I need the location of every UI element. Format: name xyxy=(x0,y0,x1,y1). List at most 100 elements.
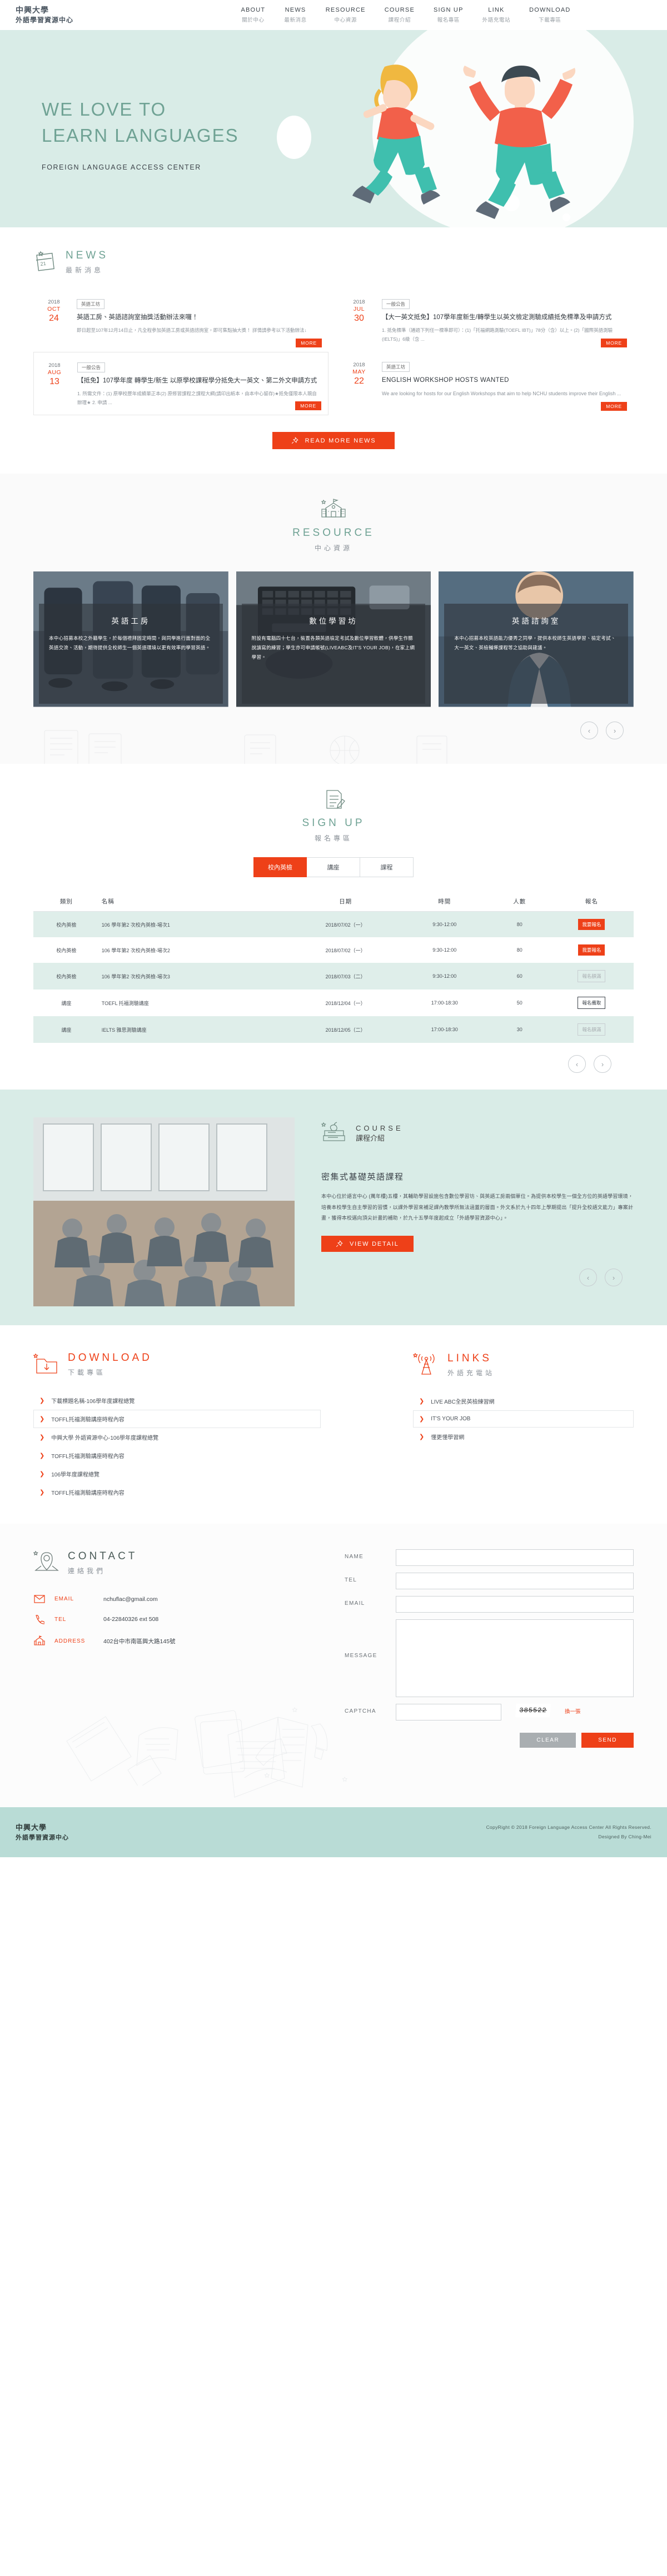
tab-course[interactable]: 課程 xyxy=(360,857,414,878)
read-more-news-button[interactable]: READ MORE NEWS xyxy=(272,432,395,450)
link-item[interactable]: ❯ 懂更懂學習網 xyxy=(413,1428,634,1446)
contact-info-label: EMAIL xyxy=(54,1596,74,1603)
nav-label-cn: 關於中心 xyxy=(242,17,265,23)
news-month: AUG xyxy=(47,369,62,376)
news-date: 2018 AUG 13 xyxy=(42,362,67,407)
resource-card[interactable]: 英語諮詢室 本中心招募本校英語能力優秀之同學，提供本校師生英語學習、檢定考試、大… xyxy=(439,571,634,709)
news-more-button[interactable]: MORE xyxy=(601,338,627,347)
contact-info-value[interactable]: 402台中市南區興大路145號 xyxy=(103,1637,176,1645)
resource-card[interactable]: 數位學習坊 附設有電腦四十七台，裝置各類英語檢定考試及數位學習軟體，供學生作聽說… xyxy=(236,571,431,709)
send-button[interactable]: SEND xyxy=(581,1733,634,1748)
news-title-cn: 最新消息 xyxy=(66,266,104,274)
resource-card-title: 英語諮詢室 xyxy=(511,617,561,626)
download-item[interactable]: ❯ TOFFL托福測驗講座時程內容 xyxy=(33,1483,321,1501)
chevron-right-icon: ❯ xyxy=(39,1471,45,1478)
pagination-next-button[interactable]: › xyxy=(594,1055,611,1073)
course-prev-button[interactable]: ‹ xyxy=(579,1269,597,1287)
news-date: 2018 OCT 24 xyxy=(41,299,67,344)
nav-item-course[interactable]: COURSE 課程介紹 xyxy=(385,7,415,23)
links-block: LINKS 外語充電站 ❯ LIVE ABC全民英檢練習網 ❯ IT'S YOU… xyxy=(346,1352,634,1501)
link-item-label: 懂更懂學習網 xyxy=(431,1435,465,1441)
captcha-field[interactable] xyxy=(396,1704,501,1721)
tel-field[interactable] xyxy=(396,1573,634,1590)
news-more-button[interactable]: MORE xyxy=(295,401,321,411)
download-folder-icon xyxy=(33,1353,57,1374)
tab-lecture[interactable]: 講座 xyxy=(307,857,360,878)
download-item[interactable]: ❯ TOFFL托福測驗講座時程內容 xyxy=(33,1410,321,1429)
footer-legal: CopyRight © 2018 Foreign Language Access… xyxy=(486,1823,651,1843)
resource-card[interactable]: 英語工房 本中心招募本校之外籍學生，於每個禮拜固定時間，與同學進行面對面的全英語… xyxy=(33,571,228,709)
site-header: 中興大學 外語學習資源中心 ABOUT 關於中心 NEWS 最新消息 RESOU… xyxy=(0,0,667,30)
download-item-label: TOFFL托福測驗講座時程內容 xyxy=(51,1417,125,1424)
nav-item-signup[interactable]: SIGN UP 報名專區 xyxy=(434,7,464,23)
news-title[interactable]: ENGLISH WORKSHOP HOSTS WANTED xyxy=(382,376,626,385)
name-field[interactable] xyxy=(396,1549,634,1567)
brand-logo[interactable]: 中興大學 外語學習資源中心 xyxy=(16,4,138,26)
signup-title-cn: 報名專區 xyxy=(314,834,352,843)
footer-designer: Designed By Ching-Mei xyxy=(598,1834,651,1840)
resource-card-list: 英語工房 本中心招募本校之外籍學生，於每個禮拜固定時間，與同學進行面對面的全英語… xyxy=(0,553,667,709)
download-item[interactable]: ❯ 中興大學 外語資源中心-106學年度課程總覽 xyxy=(33,1428,321,1446)
news-title[interactable]: 【抵免】107學年度 轉學生/新生 以原學校課程學分抵免大一英文、第二外文申請方… xyxy=(77,376,320,386)
clear-button[interactable]: CLEAR xyxy=(520,1733,576,1748)
contact-title-en: CONTACT xyxy=(68,1550,138,1562)
news-day: 13 xyxy=(49,376,59,386)
download-header: DOWNLOAD 下載專區 xyxy=(33,1352,321,1377)
link-item[interactable]: ❯ LIVE ABC全民英檢練習網 xyxy=(413,1392,634,1410)
signup-button[interactable]: 我要報名 xyxy=(578,919,605,931)
news-more-button[interactable]: MORE xyxy=(296,338,322,347)
table-row: 講座 IELTS 雅思測驗講座 2018/12/05（二） 17:00-18:3… xyxy=(33,1016,634,1043)
news-month: JUL xyxy=(353,305,365,312)
chevron-right-icon: ❯ xyxy=(39,1453,45,1460)
nav-item-download[interactable]: DOWNLOAD 下載專區 xyxy=(529,7,570,23)
course-carousel-controls: ‹ › xyxy=(321,1252,634,1287)
news-item[interactable]: 2018 JUL 30 一般公告 【大一英文抵免】107學年度新生/轉學生以英文… xyxy=(339,289,634,352)
download-item-label: 中興大學 外語資源中心-106學年度課程總覽 xyxy=(51,1435,159,1442)
link-item[interactable]: ❯ IT'S YOUR JOB xyxy=(413,1410,634,1428)
cell-category: 講座 xyxy=(61,1000,72,1006)
message-field[interactable] xyxy=(396,1619,634,1698)
pagination-prev-button[interactable]: ‹ xyxy=(568,1055,586,1073)
nav-item-news[interactable]: NEWS 最新消息 xyxy=(284,7,306,23)
signup-waitlist-button[interactable]: 報名備取 xyxy=(578,997,606,1009)
captcha-refresh-button[interactable]: 換一張 xyxy=(565,1704,581,1715)
download-item-label: 106學年度課程總覽 xyxy=(51,1472,99,1479)
main-navigation: ABOUT 關於中心 NEWS 最新消息 RESOURCE 中心資源 COURS… xyxy=(138,7,651,23)
resource-section-header: RESOURCE 中心資源 xyxy=(0,493,667,553)
hero-banner: WE LOVE TO LEARN LANGUAGES FOREIGN LANGU… xyxy=(0,30,667,227)
nav-label-cn: 課程介紹 xyxy=(388,17,411,23)
signup-form-icon xyxy=(326,790,345,809)
news-year: 2018 xyxy=(48,299,60,305)
download-item[interactable]: ❯ 下載標題名稱-106學年度課程總覽 xyxy=(33,1391,321,1410)
news-item[interactable]: 2018 MAY 22 英語工坊 ENGLISH WORKSHOP HOSTS … xyxy=(339,352,634,416)
contact-info-value[interactable]: nchuflac@gmail.com xyxy=(103,1596,158,1603)
nav-label-cn: 中心資源 xyxy=(334,17,357,23)
course-next-button[interactable]: › xyxy=(605,1269,623,1287)
footer-brand: 中興大學 外語學習資源中心 xyxy=(16,1822,69,1842)
course-section-header: COURSE 課程介紹 xyxy=(321,1121,634,1146)
nav-label-cn: 下載專區 xyxy=(539,17,561,23)
links-title-en: LINKS xyxy=(447,1352,492,1364)
signup-button[interactable]: 我要報名 xyxy=(578,944,605,956)
news-title[interactable]: 英語工房、英語諮詢室抽獎活動辦法來囉！ xyxy=(77,313,321,322)
nav-item-link[interactable]: LINK 外語充電站 xyxy=(482,7,511,23)
download-item[interactable]: ❯ TOFFL托福測驗講座時程內容 xyxy=(33,1446,321,1465)
tab-exam[interactable]: 校內英檢 xyxy=(253,857,307,878)
news-item[interactable]: 2018 AUG 13 一般公告 【抵免】107學年度 轉學生/新生 以原學校課… xyxy=(33,351,328,416)
news-item[interactable]: 2018 OCT 24 英語工坊 英語工房、英語諮詢室抽獎活動辦法來囉！ 即日起… xyxy=(33,289,328,352)
email-field[interactable] xyxy=(396,1596,634,1613)
nav-item-resource[interactable]: RESOURCE 中心資源 xyxy=(326,7,366,23)
footer-brand-line2: 外語學習資源中心 xyxy=(16,1834,69,1841)
read-more-news-label: READ MORE NEWS xyxy=(305,437,376,444)
view-detail-button[interactable]: VIEW DETAIL xyxy=(321,1236,414,1252)
download-item-label: TOFFL托福測驗講座時程內容 xyxy=(51,1454,125,1460)
download-item[interactable]: ❯ 106學年度課程總覽 xyxy=(33,1465,321,1483)
news-title[interactable]: 【大一英文抵免】107學年度新生/轉學生以英文檢定測驗成績抵免標準及申請方式 xyxy=(382,313,626,322)
form-row-message: MESSAGE xyxy=(345,1619,634,1698)
news-more-button[interactable]: MORE xyxy=(601,402,627,411)
form-row-email: EMAIL xyxy=(345,1596,634,1613)
contact-info-value[interactable]: 04-22840326 ext 508 xyxy=(103,1616,158,1623)
resource-card-desc: 本中心招募本校英語能力優秀之同學，提供本校師生英語學習、檢定考試、大一英文、英檢… xyxy=(454,635,616,650)
nav-item-about[interactable]: ABOUT 關於中心 xyxy=(241,7,265,23)
news-tag: 一般公告 xyxy=(382,299,410,309)
